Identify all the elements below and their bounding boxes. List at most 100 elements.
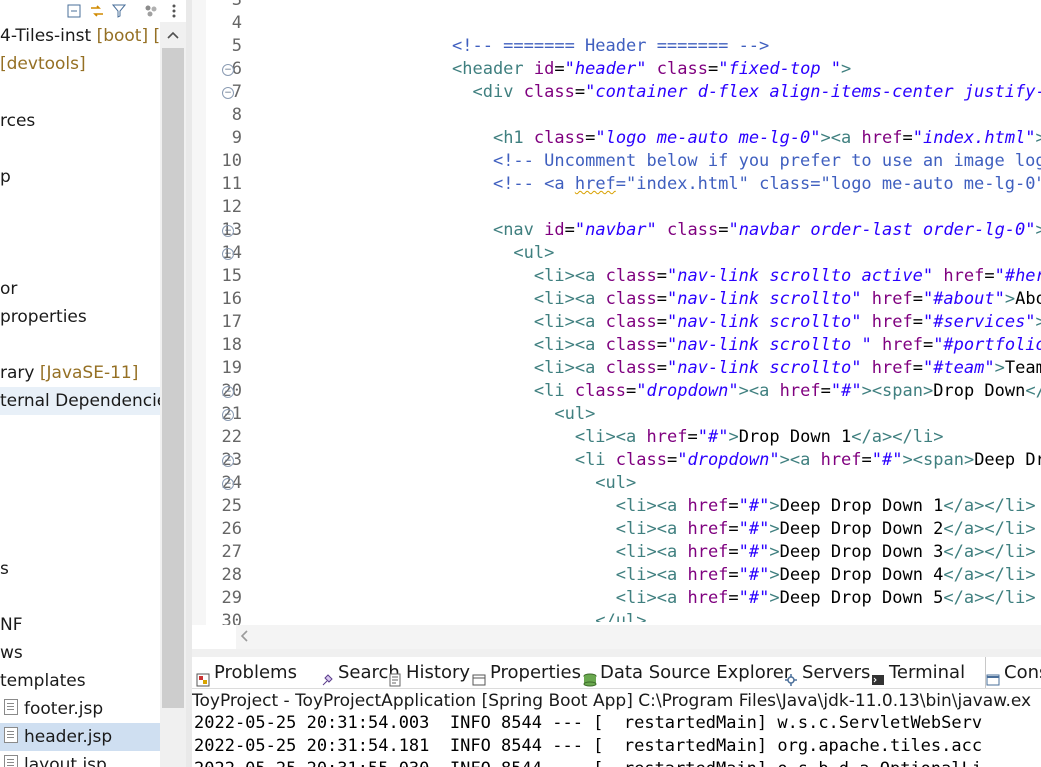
- tab-label: History: [406, 662, 471, 683]
- code-editor[interactable]: 3 4 5 6 7 8 9 10 11 12 13 14 15 16 17 18 19 20 21 22 23 24 25 2…: [192, 0, 1041, 625]
- terminal-icon: [871, 666, 885, 685]
- tree-item-label: rces: [0, 111, 36, 131]
- tree-item-label: or: [0, 279, 18, 299]
- tree-item[interactable]: s: [0, 555, 160, 583]
- fold-toggle-icon[interactable]: −: [222, 386, 234, 398]
- jsp-file-icon: [4, 699, 18, 715]
- tab-label: Terminal: [889, 662, 966, 683]
- collapse-all-icon[interactable]: [66, 3, 82, 19]
- tree-item-label: templates: [0, 671, 86, 691]
- properties-icon: [472, 666, 486, 685]
- code-line: <li><a href="#">Deep Drop Down 2</a></li…: [615, 519, 1036, 539]
- tree-item[interactable]: properties: [0, 303, 160, 331]
- tab-consol[interactable]: Consol: [985, 657, 1041, 688]
- more-icon[interactable]: [166, 3, 182, 19]
- tab-label: Consol: [1004, 662, 1041, 683]
- console-line: 2022-05-25 20:31:54.003 INFO 8544 --- [ …: [194, 713, 983, 733]
- code-line: <li><a href="#">Deep Drop Down 5</a></li…: [615, 588, 1036, 608]
- tree-item-label: 4-Tiles-inst: [0, 26, 92, 46]
- tree-item[interactable]: templates: [0, 667, 160, 695]
- code-area[interactable]: <!-- ======= Header ======= --> <header i…: [452, 0, 1041, 622]
- jsp-file-icon: [4, 755, 18, 767]
- fold-toggle-icon[interactable]: −: [222, 87, 234, 99]
- explorer-scrollbar[interactable]: [160, 22, 186, 767]
- fold-toggle-icon[interactable]: −: [222, 225, 234, 237]
- tab-problems[interactable]: Problems: [196, 657, 297, 688]
- tab-history[interactable]: History: [388, 657, 470, 688]
- filter-icon[interactable]: [111, 3, 127, 19]
- console-output[interactable]: 2022-05-25 20:31:54.003 INFO 8544 --- [ …: [192, 713, 1041, 767]
- link-with-editor-icon[interactable]: [89, 3, 105, 19]
- scroll-left-icon[interactable]: [240, 625, 248, 649]
- code-line: <ul>: [595, 473, 637, 493]
- tree-item-label: ws: [0, 643, 23, 663]
- editor-horizontal-scrollbar[interactable]: [236, 625, 1041, 649]
- tree-item[interactable]: footer.jsp: [0, 695, 164, 723]
- fold-toggle-icon[interactable]: −: [222, 455, 234, 467]
- code-line: <ul>: [513, 243, 555, 263]
- console-icon: [986, 666, 1000, 685]
- code-line: <li><a href="#">Deep Drop Down 4</a></li…: [615, 565, 1036, 585]
- project-explorer: 4-Tiles-inst [boot] [c [devtools] rces p or p…: [0, 0, 186, 767]
- tab-label: Properties: [490, 662, 581, 683]
- servers-icon: [784, 666, 798, 686]
- panel-tab-bar: Problems Search History Properties Data Sour…: [192, 657, 1041, 689]
- code-line: <li><a class="nav-link scrollto" href="#…: [533, 289, 1041, 309]
- search-icon: [320, 666, 334, 685]
- fold-toggle-icon[interactable]: −: [222, 248, 234, 260]
- tab-data-source-explorer[interactable]: Data Source Explorer: [582, 657, 791, 688]
- tree-item[interactable]: rces: [0, 107, 160, 135]
- code-line: <!-- Uncomment below if you prefer to us…: [492, 151, 1041, 171]
- history-icon: [388, 666, 402, 686]
- code-line: <header id="header" class="fixed-top ">: [452, 59, 852, 79]
- tree-item[interactable]: 4-Tiles-inst [boot] [c: [0, 22, 160, 50]
- problems-icon: [196, 666, 210, 686]
- scroll-up-icon[interactable]: [160, 22, 186, 48]
- code-line: <li class="dropdown"><a href="#"><span>D…: [533, 381, 1041, 401]
- console-line: 2022-05-25 20:31:54.181 INFO 8544 --- [ …: [194, 736, 983, 756]
- tree-item-label: ternal Dependencies: [0, 391, 160, 411]
- code-line: <li><a class="nav-link scrollto" href="#…: [533, 312, 1041, 332]
- fold-toggle-icon[interactable]: −: [222, 478, 234, 490]
- code-line: </ul>: [595, 611, 647, 622]
- tree-item[interactable]: header.jsp: [0, 723, 164, 751]
- code-line: <li><a class="nav-link scrollto" href="#…: [533, 358, 1041, 378]
- code-line: <li><a href="#">Deep Drop Down 3</a></li…: [615, 542, 1036, 562]
- tree-item[interactable]: rary [JavaSE-11]: [0, 359, 160, 387]
- tree-item[interactable]: NF: [0, 611, 160, 639]
- tree-item[interactable]: ternal Dependencies: [0, 387, 160, 415]
- tree-item[interactable]: or: [0, 275, 160, 303]
- tree-item-label: p: [0, 167, 11, 187]
- tree-item-decoration: [devtools]: [0, 54, 86, 74]
- tree-item-label: header.jsp: [24, 727, 113, 747]
- code-line: <nav id="navbar" class="navbar order-las…: [492, 220, 1041, 240]
- code-line: <li><a class="nav-link scrollto " href="…: [533, 335, 1041, 355]
- project-tree: 4-Tiles-inst [boot] [c [devtools] rces p or p…: [0, 0, 164, 767]
- tree-item[interactable]: [devtools]: [0, 50, 160, 78]
- tree-item[interactable]: p: [0, 163, 160, 191]
- tree-item[interactable]: layout.jsp: [0, 751, 164, 767]
- data-source-icon: [582, 666, 597, 686]
- tab-servers[interactable]: Servers: [784, 657, 870, 688]
- tab-properties[interactable]: Properties: [472, 657, 581, 688]
- tree-item-decoration: [JavaSE-11]: [39, 363, 139, 383]
- fold-toggle-icon[interactable]: −: [222, 64, 234, 76]
- fold-markers: − − − − − − − −: [222, 0, 236, 625]
- code-line: <!-- <a href="index.html" class="logo me…: [492, 174, 1041, 194]
- tree-item-label: s: [0, 559, 9, 579]
- editor-ruler: [192, 0, 206, 625]
- code-line: <li class="dropdown"><a href="#"><span>D…: [574, 450, 1041, 470]
- fold-toggle-icon[interactable]: −: [222, 409, 234, 421]
- code-line: <li><a href="#">Drop Down 1</a></li>: [574, 427, 944, 447]
- code-line: <div class="container d-flex align-items…: [472, 82, 1041, 102]
- tab-terminal[interactable]: Terminal: [871, 657, 965, 688]
- view-menu-icon[interactable]: [143, 3, 159, 19]
- code-line: <h1 class="logo me-auto me-lg-0"><a href…: [492, 128, 1041, 148]
- console-line: 2022-05-25 20:31:55.030 INFO 8544 --- [ …: [194, 758, 982, 767]
- tree-item[interactable]: ws: [0, 639, 160, 667]
- code-line: <ul>: [554, 404, 596, 424]
- explorer-scroll-thumb[interactable]: [162, 48, 184, 708]
- tree-item-label: layout.jsp: [24, 755, 107, 767]
- panel-separator[interactable]: [192, 649, 1041, 657]
- tree-item-label: footer.jsp: [24, 699, 104, 719]
